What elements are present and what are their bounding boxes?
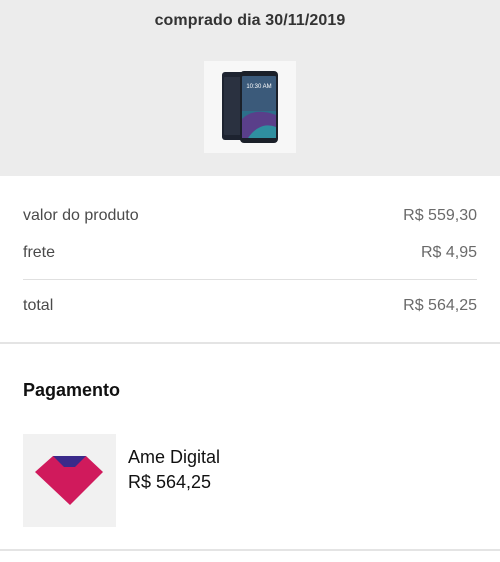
total-row: total R$ 564,25	[23, 297, 477, 321]
product-price-value: R$ 559,30	[403, 207, 477, 224]
section-divider	[0, 342, 500, 344]
order-header: comprado dia 30/11/2019 10:30 AM	[0, 0, 500, 176]
shipping-row: frete R$ 4,95	[23, 244, 477, 268]
shipping-label: frete	[23, 244, 56, 261]
payment-method-amount: R$ 564,25	[128, 472, 212, 492]
payment-method-logo	[23, 434, 116, 527]
smartphone-image: 10:30 AM	[222, 71, 278, 143]
purchase-date: comprado dia 30/11/2019	[154, 12, 346, 29]
total-label: total	[23, 297, 54, 314]
summary-divider	[23, 279, 477, 280]
total-value: R$ 564,25	[403, 297, 477, 314]
product-price-label: valor do produto	[23, 207, 139, 224]
bottom-divider	[0, 549, 500, 551]
payment-title: Pagamento	[23, 380, 121, 400]
product-price-row: valor do produto R$ 559,30	[23, 207, 477, 231]
phone-clock-text: 10:30 AM	[246, 84, 271, 90]
product-thumbnail[interactable]: 10:30 AM	[204, 61, 296, 153]
shipping-value: R$ 4,95	[420, 244, 477, 261]
ame-digital-logo-icon	[35, 456, 103, 505]
payment-method-name: Ame Digital	[128, 447, 221, 467]
